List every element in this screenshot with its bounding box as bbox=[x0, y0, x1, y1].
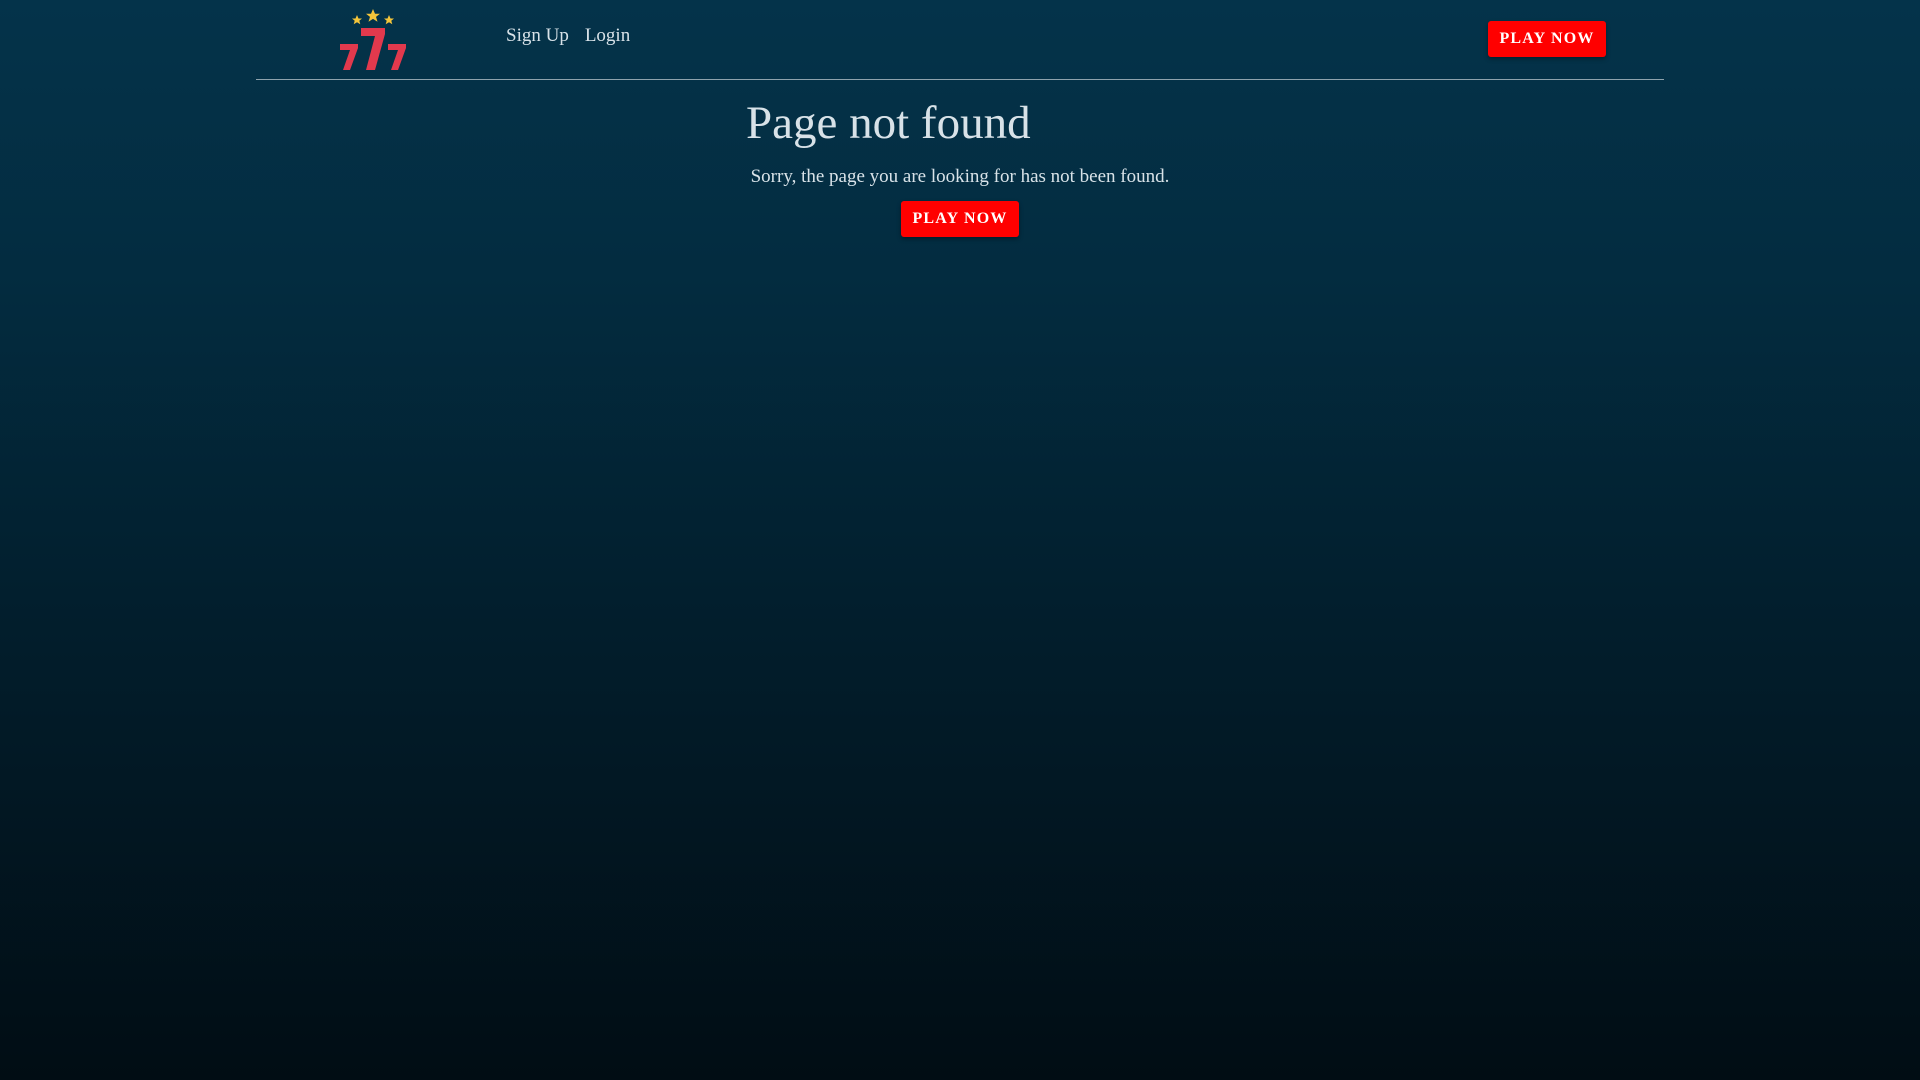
star-left-icon bbox=[352, 15, 362, 25]
signup-link[interactable]: Sign Up bbox=[506, 25, 569, 47]
header-nav: Sign Up Login bbox=[506, 25, 630, 47]
not-found-message: Sorry, the page you are looking for has … bbox=[750, 166, 1170, 187]
star-right-icon bbox=[384, 15, 394, 25]
header-play-now-button[interactable]: PLAY NOW bbox=[1488, 21, 1606, 57]
site-header: Sign Up Login PLAY NOW bbox=[256, 0, 1664, 80]
login-link[interactable]: Login bbox=[585, 25, 630, 47]
main-play-now-button[interactable]: PLAY NOW bbox=[901, 201, 1019, 237]
page-title: Page not found bbox=[746, 97, 1031, 149]
star-center-icon bbox=[366, 9, 380, 22]
logo-777-icon[interactable] bbox=[338, 8, 408, 72]
